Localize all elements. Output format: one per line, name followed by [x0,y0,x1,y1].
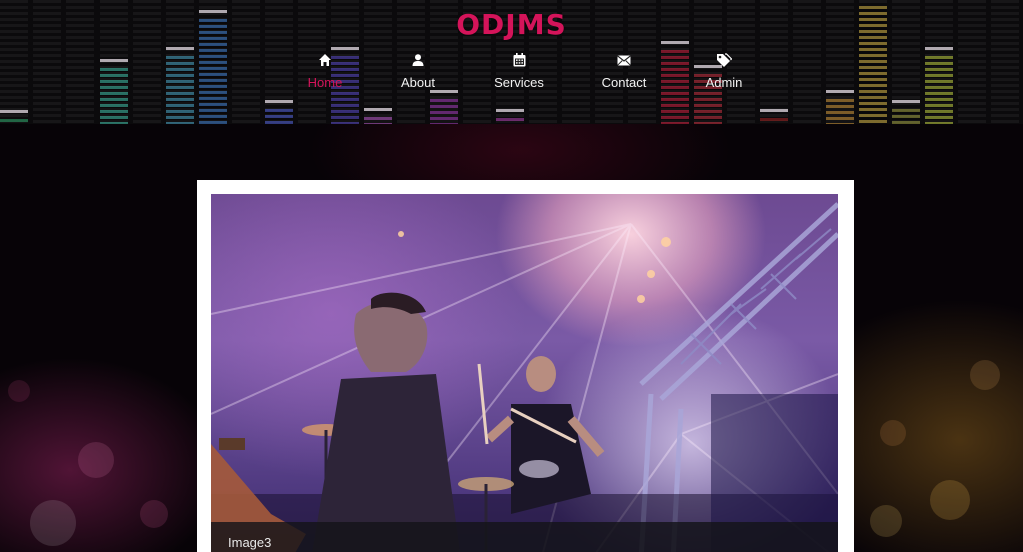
equalizer-bar-fill [826,99,854,124]
bokeh-light [78,442,114,478]
user-icon [411,50,425,70]
slide-caption: Image3 [228,535,272,550]
bokeh-light [30,500,76,546]
site-logo[interactable]: ODJMS [0,8,1023,41]
nav-item-about[interactable]: About [373,50,463,90]
equalizer-peak [265,100,293,103]
envelope-icon [617,50,631,70]
bokeh-light [870,505,902,537]
equalizer-bar-fill [364,117,392,124]
bokeh-light [930,480,970,520]
bokeh-light [880,420,906,446]
home-icon [318,50,332,70]
image-slider[interactable]: Image3 [197,180,854,552]
equalizer-peak [661,41,689,44]
nav-item-home[interactable]: Home [280,50,370,90]
main-nav: Home About Services Contact Admin [0,50,1023,96]
equalizer-bar-fill [0,119,28,124]
nav-label: Services [494,75,544,90]
site-header: ODJMS Home About Services Contact Admin [0,0,1023,124]
nav-label: Admin [705,75,743,90]
nav-item-contact[interactable]: Contact [579,50,669,90]
equalizer-bar-fill [265,109,293,124]
equalizer-peak [0,110,28,113]
equalizer-bar-fill [496,118,524,124]
equalizer-peak [496,109,524,112]
nav-item-services[interactable]: Services [474,50,564,90]
bokeh-light [140,500,168,528]
equalizer-peak [364,108,392,111]
concert-illustration [211,202,838,552]
equalizer-peak [892,100,920,103]
calendar-icon [513,50,526,70]
equalizer-bar-fill [892,109,920,124]
nav-item-admin[interactable]: Admin [679,50,769,90]
equalizer-bar-fill [760,118,788,124]
nav-label: Home [307,75,343,90]
caption-bar: Image3 [211,522,838,552]
concert-photo: Image3 [211,194,838,552]
bokeh-light [8,380,30,402]
nav-label: Contact [601,75,647,90]
nav-label: About [401,75,435,90]
bokeh-light [970,360,1000,390]
equalizer-peak [760,109,788,112]
page: ODJMS Home About Services Contact Admin … [0,0,1023,552]
tags-icon [716,50,732,70]
equalizer-bar-fill [430,99,458,124]
